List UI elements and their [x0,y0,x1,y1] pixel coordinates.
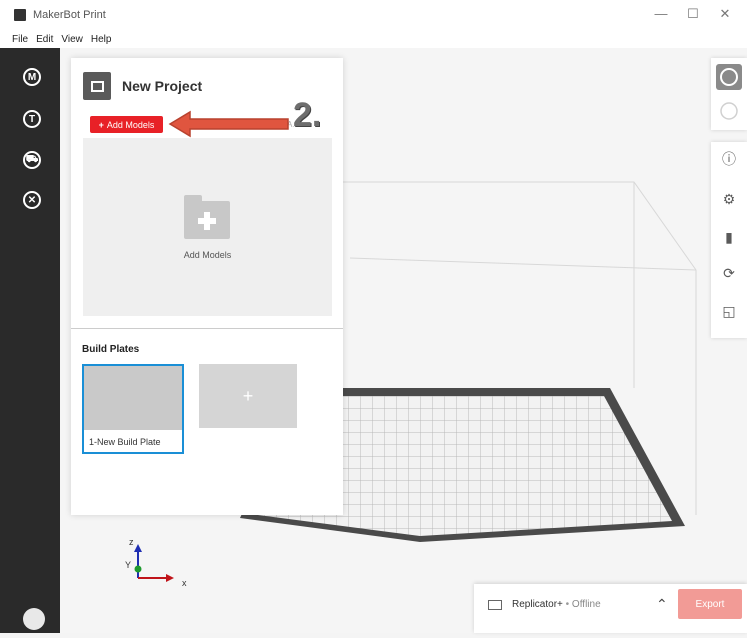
add-folder-icon [184,195,230,239]
makerbot-logo-icon[interactable]: M [23,68,41,86]
printer-selector[interactable]: Replicator+ • Offline [512,599,601,610]
panel-divider [71,328,343,329]
export-button[interactable]: Export [678,589,742,619]
menu-view[interactable]: View [61,34,83,45]
thingiverse-icon[interactable]: T [23,110,41,128]
plus-icon: + [98,119,104,130]
menu-edit[interactable]: Edit [36,34,53,45]
makerbot-app-icon [14,9,26,21]
printer-icon [488,600,502,610]
view-cube-icon[interactable] [716,64,742,90]
project-folder-icon [83,72,111,100]
build-plate-thumbnail [84,366,182,430]
axis-x-label: x [182,578,187,588]
menu-file[interactable]: File [12,34,28,45]
printer-name: Replicator+ [512,599,563,610]
window-title: MakerBot Print [33,9,106,21]
window-titlebar: MakerBot Print — ☐ ✕ [0,0,747,30]
info-icon[interactable]: ⓘ [722,152,736,166]
rotate-icon[interactable]: ⟳ [722,266,736,280]
add-models-button-label: Add Models [106,119,155,130]
home-view-icon[interactable] [716,98,742,124]
minimize-button[interactable]: — [645,6,677,22]
build-plate-card[interactable]: 1-New Build Plate [82,364,184,454]
build-plate-name: 1-New Build Plate [89,437,161,447]
axis-gizmo [134,544,174,582]
printer-bar: Replicator+ • Offline ⌃ Export [474,584,747,633]
add-build-plate-button[interactable]: + [199,364,297,428]
menu-bar: File Edit View Help [0,30,747,48]
store-cart-icon[interactable]: ⛟ [23,151,41,169]
scale-icon[interactable]: ◱ [722,304,736,318]
printer-status: Offline [571,599,601,610]
settings-gear-icon[interactable]: ⚙ [722,192,736,206]
axis-z-label: z [129,537,134,547]
axis-y-label: Y [125,560,132,570]
user-avatar-icon[interactable] [23,608,45,630]
window-controls: — ☐ ✕ [645,6,741,22]
project-title[interactable]: New Project [122,78,202,94]
menu-help[interactable]: Help [91,34,112,45]
left-sidebar: M T ⛟ ✕ [0,48,60,633]
arrange-icon[interactable]: ▮ [722,230,736,244]
annotation-step-number: 2. [293,96,322,134]
annotation-arrow [168,110,289,138]
tools-toolbar: ⓘ ⚙ ▮ ⟳ ◱ [711,142,747,338]
maximize-button[interactable]: ☐ [677,6,709,22]
dropzone-label: Add Models [183,250,232,260]
chevron-up-icon[interactable]: ⌃ [656,596,668,613]
build-plates-heading: Build Plates [82,344,140,355]
view-toolbar [711,58,747,130]
close-button[interactable]: ✕ [709,6,741,22]
add-models-button[interactable]: + Add Models [90,116,163,133]
models-dropzone[interactable]: Add Models [83,138,332,316]
tools-icon[interactable]: ✕ [23,191,41,209]
